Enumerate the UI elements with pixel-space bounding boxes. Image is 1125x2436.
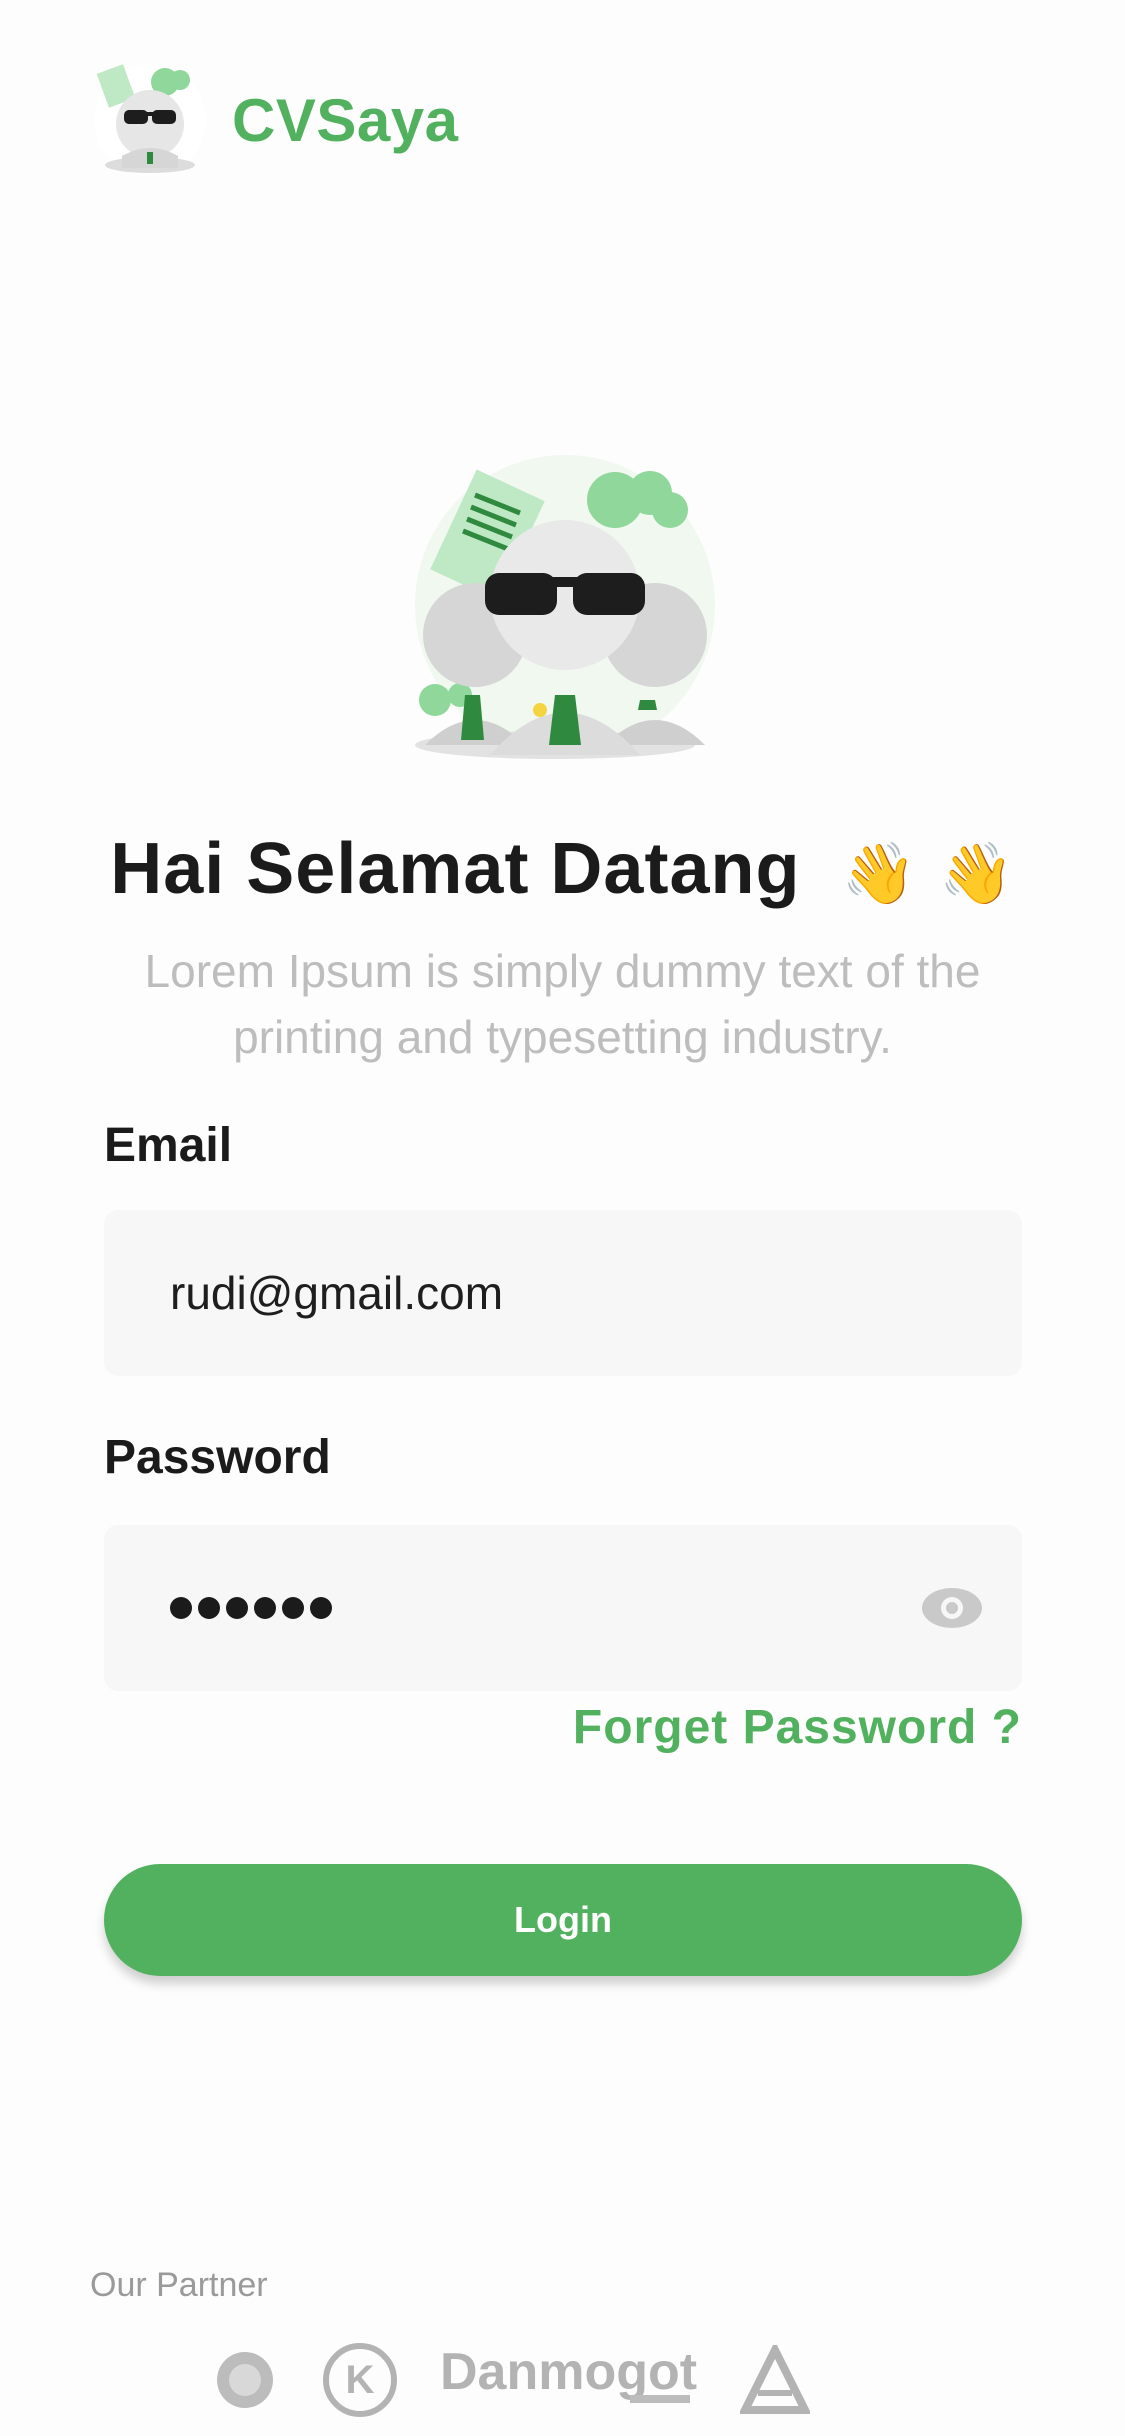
app-header: CVSaya bbox=[90, 60, 458, 180]
email-value: rudi@gmail.com bbox=[170, 1267, 504, 1319]
svg-text:K: K bbox=[346, 2358, 375, 2402]
app-name: CVSaya bbox=[232, 86, 459, 154]
welcome-subtitle: Lorem Ipsum is simply dummy text of the … bbox=[144, 945, 981, 1063]
partner-logo-k: K bbox=[323, 2343, 397, 2417]
password-label: Password bbox=[104, 1431, 331, 1484]
partner-logo-1 bbox=[217, 2352, 273, 2408]
forget-password-link[interactable]: Forget Password ? bbox=[573, 1700, 1022, 1755]
partner-logo-a bbox=[740, 2345, 810, 2414]
login-button[interactable]: Login bbox=[104, 1864, 1022, 1976]
email-field[interactable]: rudi@gmail.com bbox=[104, 1210, 1022, 1376]
password-field[interactable]: •••••• bbox=[104, 1525, 1022, 1691]
email-label: Email bbox=[104, 1119, 233, 1172]
waving-hand-icon: 👋 👋 bbox=[841, 839, 1015, 910]
partner-logo-danmogot: Danmogot bbox=[440, 2345, 697, 2403]
partner-logos: K Danmogot bbox=[210, 2340, 810, 2420]
welcome-title: Hai Selamat Datang 👋 👋 bbox=[0, 828, 1125, 910]
hero-illustration bbox=[415, 455, 715, 759]
password-masked-value bbox=[170, 1597, 332, 1619]
partner-label: Our Partner bbox=[90, 2266, 268, 2304]
welcome-title-text: Hai Selamat Datang bbox=[110, 829, 801, 909]
app-logo bbox=[94, 64, 206, 176]
show-password-eye-icon[interactable] bbox=[920, 1583, 984, 1633]
svg-text:Danmogot: Danmogot bbox=[440, 2345, 697, 2401]
